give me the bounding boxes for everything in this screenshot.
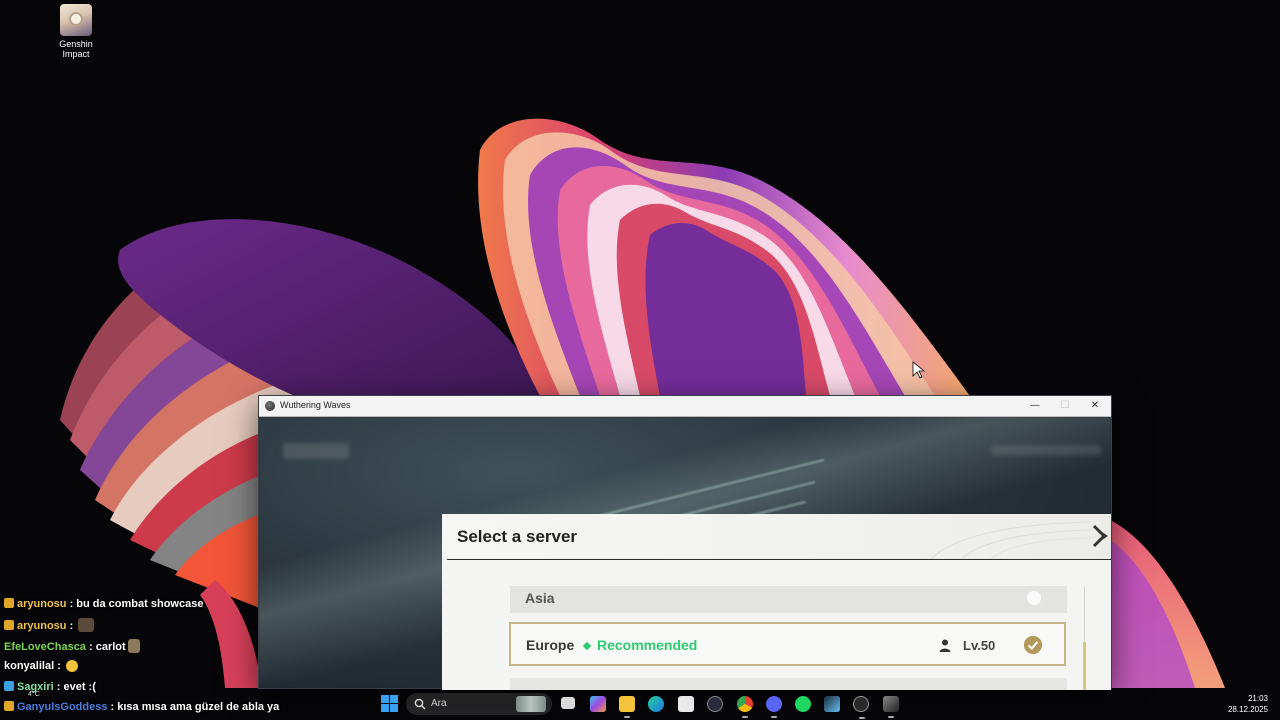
account-level: Lv.50 — [963, 638, 996, 653]
dialog-title: Select a server — [457, 527, 578, 546]
taskbar-search[interactable]: Ara — [406, 693, 552, 715]
server-option-europe[interactable]: Europe Recommended Lv.50 — [509, 622, 1066, 666]
store-icon[interactable] — [678, 696, 694, 712]
window-titlebar[interactable]: Wuthering Waves — ☐ ✕ — [259, 396, 1111, 417]
server-name: Europe — [526, 637, 575, 653]
game-launcher-icon[interactable] — [853, 696, 869, 719]
close-button[interactable]: ✕ — [1080, 396, 1110, 416]
recommended-diamond-icon — [582, 641, 592, 651]
file-explorer-icon[interactable] — [619, 696, 635, 718]
server-select-dialog: Select a server Asia Europe Recommended … — [442, 514, 1111, 690]
chat-message: EfeLoveChasca : carlot — [4, 639, 140, 657]
chat-username: konyalilal — [4, 660, 55, 672]
taskbar: 4°C Ara 21:03 28.12.2025 — [0, 688, 1280, 720]
chat-text: : bu da combat showcase — [66, 598, 204, 610]
chat-text: : — [54, 660, 64, 672]
windows-start-icon[interactable] — [381, 695, 398, 712]
subscriber-badge-icon — [4, 620, 14, 630]
search-icon — [414, 698, 426, 710]
weather-temperature[interactable]: 4°C — [28, 691, 40, 698]
search-placeholder: Ara — [431, 698, 447, 709]
chat-username: aryunosu — [17, 598, 67, 610]
steam-icon[interactable] — [824, 696, 840, 712]
chat-username: aryunosu — [17, 620, 67, 632]
recommended-label: Recommended — [597, 637, 698, 653]
system-clock[interactable]: 21:03 28.12.2025 — [1228, 693, 1268, 715]
chrome-icon[interactable] — [737, 696, 753, 718]
window-title: Wuthering Waves — [280, 400, 351, 410]
chat-emote-icon — [65, 660, 78, 672]
chat-text: : carlot — [85, 641, 126, 653]
maximize-button: ☐ — [1060, 400, 1070, 411]
selected-check-icon — [1024, 636, 1042, 654]
chat-username: EfeLoveChasca — [4, 641, 86, 653]
discord-icon[interactable] — [766, 696, 782, 718]
server-option-asia[interactable]: Asia — [510, 586, 1067, 613]
clock-time: 21:03 — [1247, 694, 1268, 703]
header-decoration — [930, 521, 1091, 559]
search-highlight-image — [516, 696, 546, 712]
scroll-thumb[interactable] — [1083, 642, 1086, 690]
copilot-icon[interactable] — [590, 696, 606, 712]
chat-text: : — [66, 620, 77, 632]
wuthering-waves-icon — [265, 401, 275, 411]
genshin-impact-icon — [60, 4, 92, 36]
subscriber-badge-icon — [4, 598, 14, 608]
version-text-blurred — [991, 445, 1101, 455]
desktop-icon-genshin-impact[interactable]: Genshin Impact — [52, 4, 100, 59]
minimize-button[interactable]: — — [1020, 396, 1050, 416]
dialog-header: Select a server — [442, 514, 1111, 559]
wuthering-waves-taskbar-icon[interactable] — [883, 696, 899, 718]
dialog-divider — [447, 559, 1111, 560]
spotify-icon[interactable] — [795, 696, 811, 712]
clock-date: 28.12.2025 — [1227, 705, 1268, 714]
app-store-icon[interactable] — [707, 696, 723, 712]
edge-icon[interactable] — [648, 696, 664, 712]
game-logo-blurred — [283, 443, 349, 459]
chat-message: aryunosu : bu da combat showcase — [4, 598, 203, 616]
chat-emote-icon — [127, 639, 140, 653]
chat-emote-icon — [78, 618, 95, 632]
person-icon — [939, 639, 951, 652]
task-view-icon[interactable] — [561, 697, 575, 709]
chat-message: konyalilal : — [4, 660, 78, 678]
dialog-close-icon[interactable] — [1090, 522, 1111, 550]
server-name: Asia — [525, 590, 555, 606]
chat-message: aryunosu : — [4, 618, 95, 636]
desktop-icon-label: Genshin Impact — [59, 39, 93, 59]
radio-unselected-icon — [1027, 591, 1041, 605]
